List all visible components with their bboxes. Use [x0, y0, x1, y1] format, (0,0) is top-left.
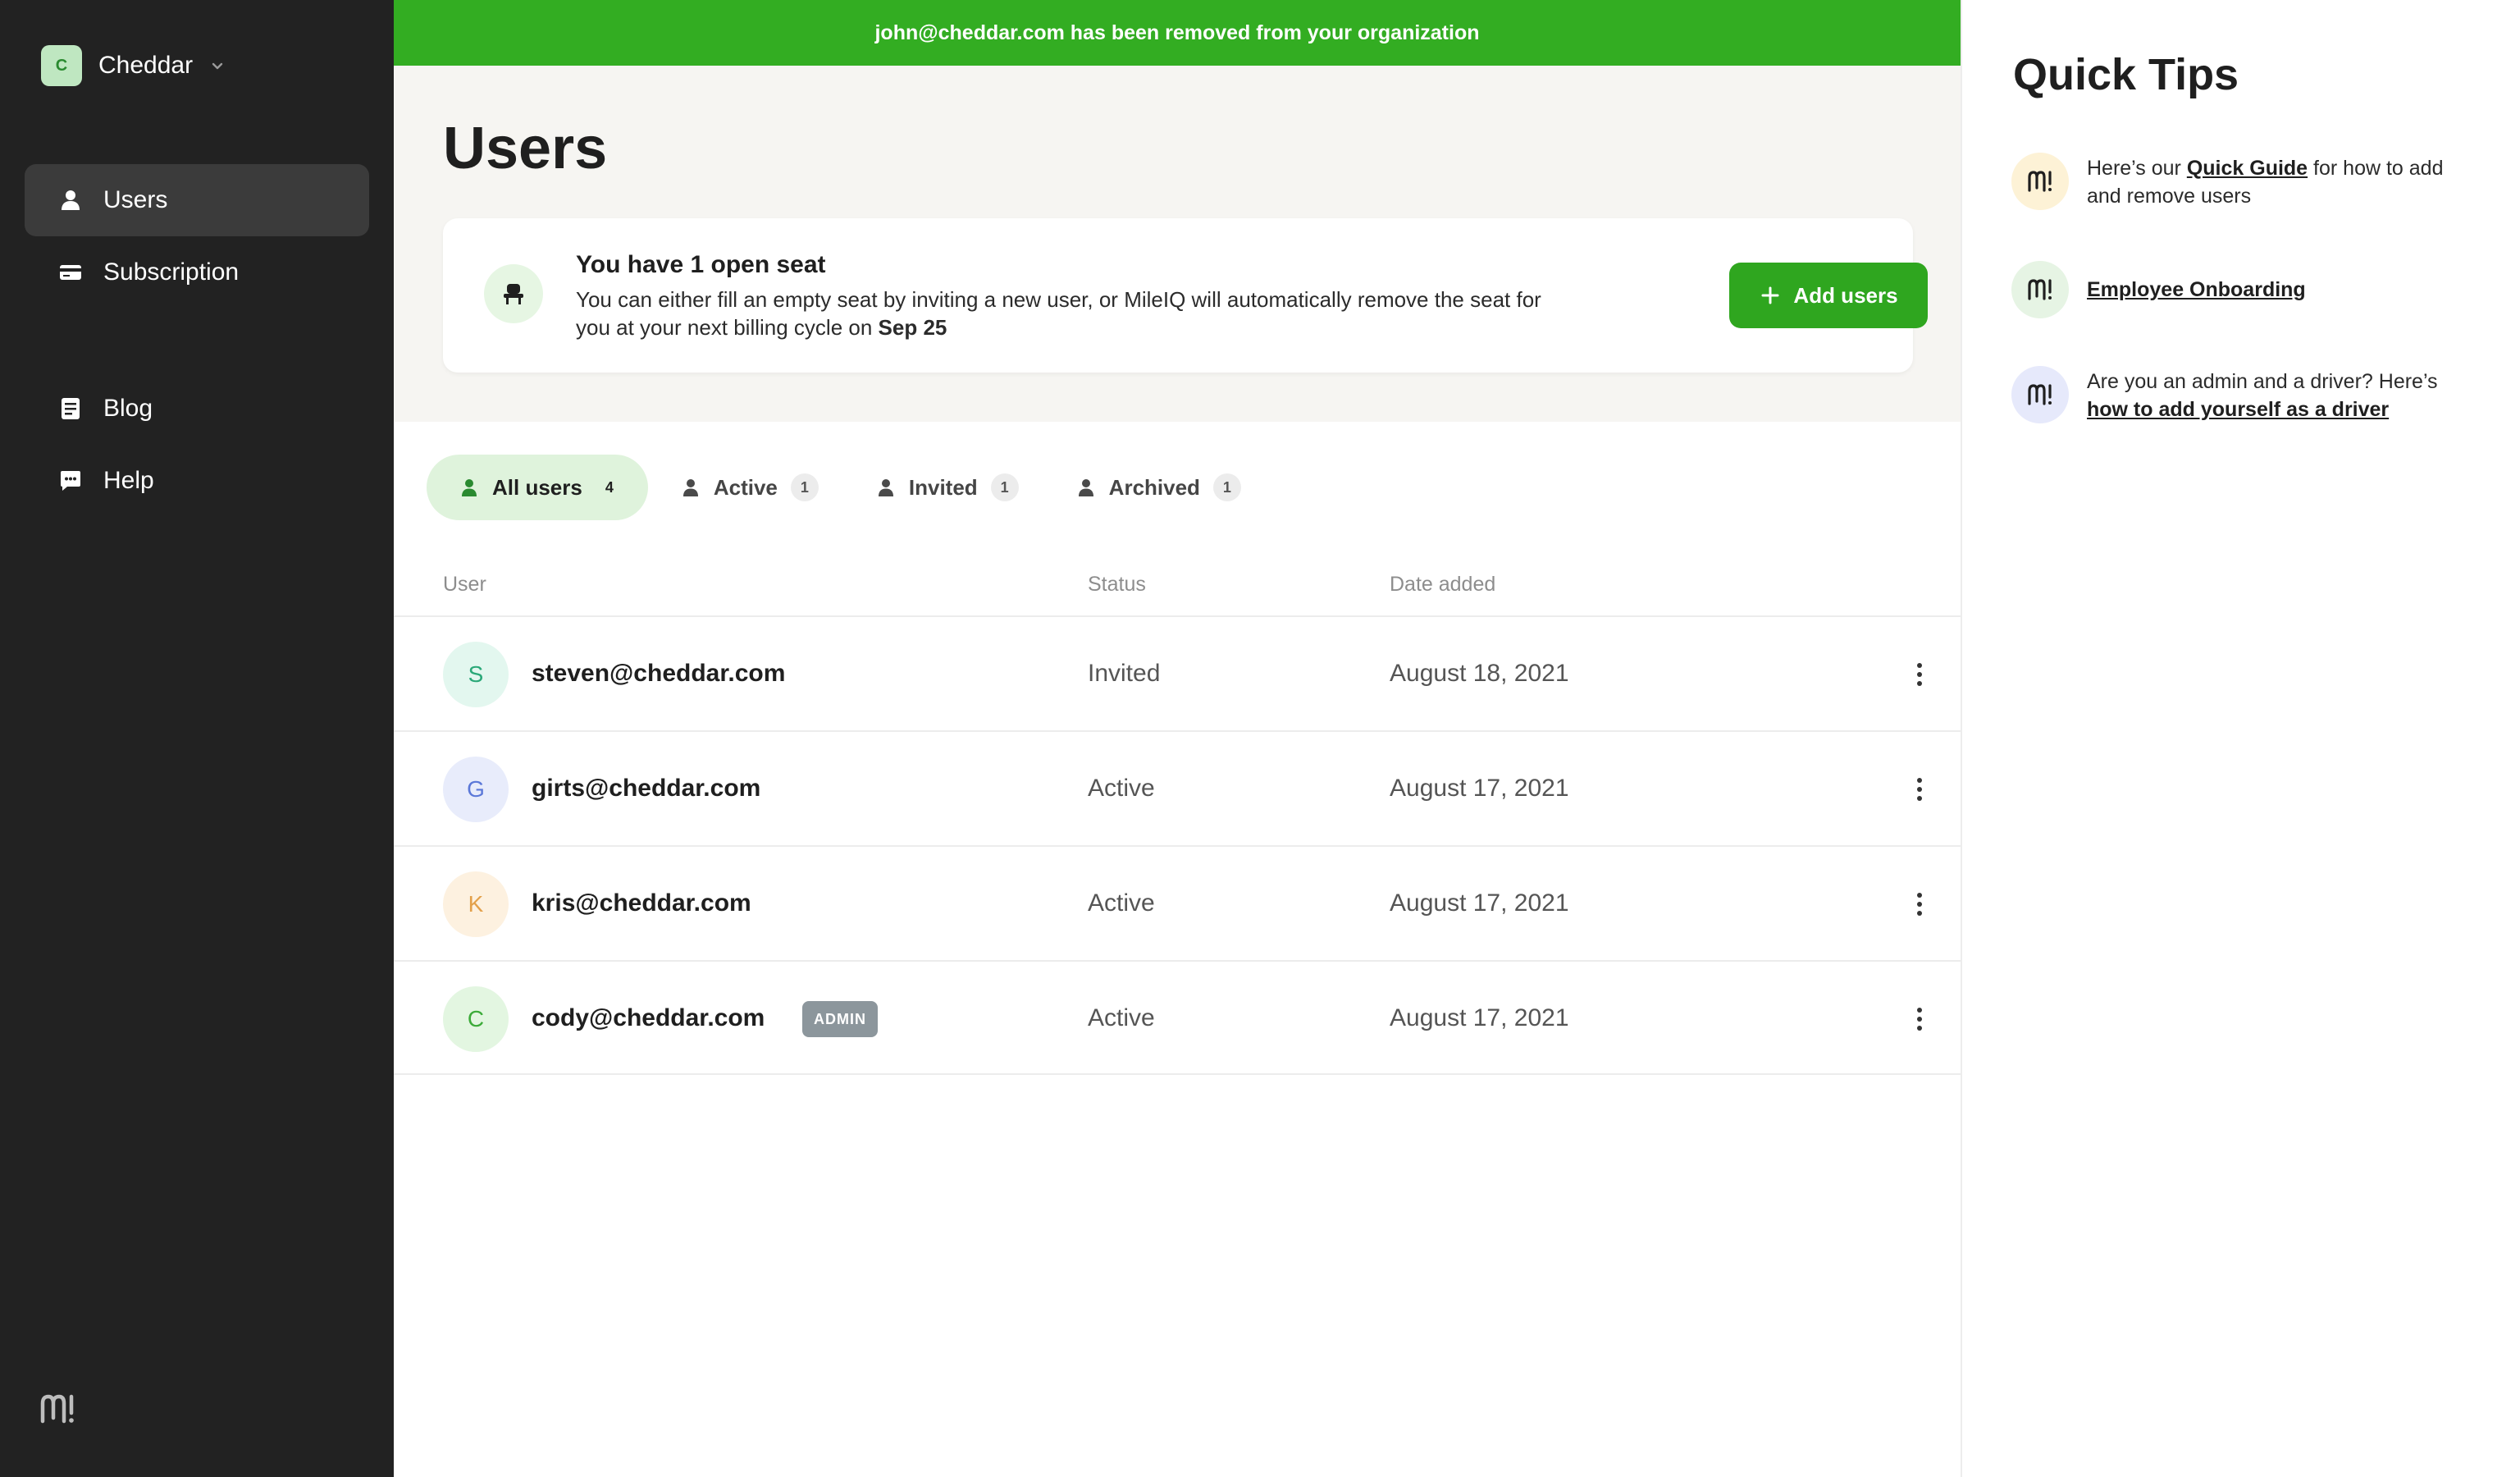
- seat-title: You have 1 open seat: [576, 251, 826, 278]
- avatar: K: [443, 871, 509, 937]
- tab-archived[interactable]: Archived 1: [1043, 455, 1266, 520]
- table-row[interactable]: K kris@cheddar.com Active August 17, 202…: [394, 845, 1961, 960]
- mileiq-logo-icon: [2028, 384, 2052, 405]
- user-icon: [878, 479, 893, 496]
- main-content: john@cheddar.com has been removed from y…: [394, 0, 1961, 1477]
- user-date-added: August 17, 2021: [1390, 1004, 1569, 1031]
- chevron-down-icon: [212, 62, 223, 70]
- add-yourself-driver-link[interactable]: how to add yourself as a driver: [2087, 398, 2389, 421]
- user-icon: [62, 190, 80, 210]
- mileiq-logo-icon: [2028, 171, 2052, 192]
- row-menu-button[interactable]: [1903, 773, 1936, 806]
- more-vertical-icon: [1917, 663, 1922, 686]
- employee-onboarding-link[interactable]: Employee Onboarding: [2087, 278, 2306, 301]
- user-email: girts@cheddar.com: [532, 775, 761, 802]
- user-icon: [1078, 479, 1093, 496]
- avatar: G: [443, 757, 509, 822]
- sidebar-item-users[interactable]: Users: [25, 164, 369, 236]
- sidebar-item-label: Help: [103, 467, 154, 494]
- tip-admin-driver: Are you an admin and a driver? Here’s ho…: [2087, 368, 2472, 423]
- column-header-date[interactable]: Date added: [1390, 573, 1495, 597]
- tab-count: 1: [1212, 473, 1241, 501]
- quick-tips-title: Quick Tips: [2013, 50, 2239, 99]
- chair-icon: [504, 284, 523, 304]
- quick-guide-link[interactable]: Quick Guide: [2187, 157, 2308, 180]
- tip-icon-badge: [2011, 153, 2069, 210]
- user-date-added: August 17, 2021: [1390, 889, 1569, 917]
- tab-label: All users: [492, 474, 582, 500]
- sidebar: C Cheddar Users Subscription Blog Help: [0, 0, 394, 1477]
- user-status: Invited: [1088, 660, 1161, 687]
- billing-date: Sep 25: [878, 315, 947, 340]
- removal-toast: john@cheddar.com has been removed from y…: [394, 0, 1961, 66]
- tab-label: Archived: [1108, 474, 1200, 500]
- credit-card-icon: [60, 265, 81, 280]
- tab-active[interactable]: Active 1: [648, 455, 843, 520]
- user-status: Active: [1088, 1004, 1155, 1031]
- seat-icon-badge: [484, 264, 543, 323]
- tip-icon-badge: [2011, 366, 2069, 423]
- plus-icon: [1761, 286, 1779, 304]
- row-menu-button[interactable]: [1903, 1003, 1936, 1036]
- org-avatar: C: [41, 45, 82, 86]
- chat-icon: [61, 471, 80, 491]
- row-menu-button[interactable]: [1903, 658, 1936, 691]
- sidebar-item-label: Users: [103, 186, 168, 213]
- tip-employee-onboarding: Employee Onboarding: [2087, 276, 2472, 304]
- page-header: Users You have 1 open seat You can eithe…: [394, 66, 1961, 422]
- user-icon: [682, 479, 698, 496]
- column-header-status[interactable]: Status: [1088, 573, 1146, 597]
- sidebar-item-blog[interactable]: Blog: [25, 373, 369, 445]
- sidebar-item-help[interactable]: Help: [25, 445, 369, 517]
- row-menu-button[interactable]: [1903, 888, 1936, 921]
- user-date-added: August 17, 2021: [1390, 775, 1569, 802]
- seat-description: You can either fill an empty seat by inv…: [576, 286, 1577, 341]
- avatar: S: [443, 642, 509, 707]
- more-vertical-icon: [1917, 778, 1922, 801]
- user-filter-tabs: All users 4 Active 1 Invited 1 Archived …: [427, 455, 1266, 520]
- tab-label: Active: [713, 474, 778, 500]
- tip-quick-guide: Here’s our Quick Guide for how to add an…: [2087, 154, 2472, 210]
- user-email: kris@cheddar.com: [532, 889, 751, 917]
- more-vertical-icon: [1917, 893, 1922, 916]
- user-icon: [462, 479, 477, 496]
- document-icon: [62, 398, 80, 419]
- mileiq-logo-icon: [40, 1394, 74, 1424]
- quick-tips-panel: Quick Tips Here’s our Quick Guide for ho…: [1961, 0, 2520, 1477]
- table-row[interactable]: G girts@cheddar.com Active August 17, 20…: [394, 730, 1961, 845]
- sidebar-item-label: Subscription: [103, 258, 240, 286]
- sidebar-item-subscription[interactable]: Subscription: [25, 236, 369, 309]
- tab-count: 4: [605, 478, 614, 496]
- tab-all-users[interactable]: All users 4: [427, 455, 648, 520]
- table-row[interactable]: C cody@cheddar.com ADMIN Active August 1…: [394, 960, 1961, 1075]
- open-seat-card: You have 1 open seat You can either fill…: [443, 218, 1928, 373]
- user-status: Active: [1088, 775, 1155, 802]
- page-title: Users: [443, 116, 608, 181]
- user-email: steven@cheddar.com: [532, 660, 786, 687]
- tip-text-part: Are you an admin and a driver? Here’s: [2087, 370, 2438, 393]
- tip-icon-badge: [2011, 261, 2069, 318]
- column-header-user[interactable]: User: [443, 573, 486, 597]
- tab-count: 1: [790, 473, 819, 501]
- add-users-label: Add users: [1793, 282, 1898, 308]
- sidebar-item-label: Blog: [103, 395, 153, 422]
- tab-count: 1: [990, 473, 1019, 501]
- more-vertical-icon: [1917, 1008, 1922, 1031]
- avatar: C: [443, 986, 509, 1052]
- seat-description-text: You can either fill an empty seat by inv…: [576, 287, 1541, 340]
- tab-label: Invited: [908, 474, 978, 500]
- tab-invited[interactable]: Invited 1: [843, 455, 1043, 520]
- user-email: cody@cheddar.com: [532, 1004, 765, 1031]
- user-status: Active: [1088, 889, 1155, 917]
- user-date-added: August 18, 2021: [1390, 660, 1569, 687]
- org-name: Cheddar: [98, 52, 194, 79]
- org-switcher[interactable]: C Cheddar: [41, 44, 226, 87]
- mileiq-logo-icon: [2028, 279, 2052, 300]
- table-row[interactable]: S steven@cheddar.com Invited August 18, …: [394, 615, 1961, 730]
- tip-text-part: Here’s our: [2087, 157, 2187, 180]
- admin-badge: ADMIN: [802, 1001, 878, 1037]
- add-users-button[interactable]: Add users: [1729, 263, 1928, 328]
